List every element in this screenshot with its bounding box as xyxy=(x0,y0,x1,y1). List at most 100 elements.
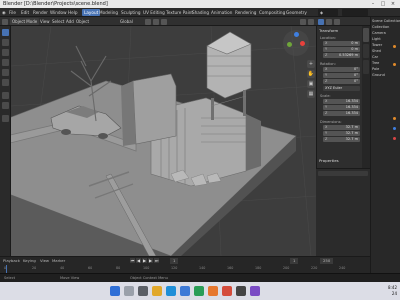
system-clock[interactable]: 8:42 24 xyxy=(388,285,397,296)
end-frame-field[interactable]: 250 xyxy=(320,258,334,264)
outliner-row[interactable]: Shed xyxy=(372,49,400,53)
dimensions-x-field[interactable]: X 32.7 m xyxy=(323,125,360,130)
rendered-shading-icon[interactable] xyxy=(334,18,340,25)
outliner-row[interactable]: Car xyxy=(372,55,400,59)
jump-end-icon[interactable]: ⏭ xyxy=(154,258,159,263)
minimize-icon[interactable]: – xyxy=(370,1,376,7)
header-menu-select[interactable]: Select xyxy=(52,17,64,26)
menu-render[interactable]: Render xyxy=(33,8,48,17)
header-menu-object[interactable]: Object xyxy=(76,17,89,26)
timeline-menu-keying[interactable]: Keying xyxy=(23,258,36,264)
play-icon[interactable]: ▶ xyxy=(142,258,147,263)
task-view-icon[interactable] xyxy=(138,286,148,296)
overlay-icon[interactable] xyxy=(300,18,306,25)
outliner-row[interactable]: Scene Collection xyxy=(372,19,400,23)
start-icon[interactable] xyxy=(110,286,120,296)
scale-y-field[interactable]: Y 16.334 xyxy=(323,105,360,110)
store-icon[interactable] xyxy=(180,286,190,296)
annotate-tool-icon[interactable] xyxy=(2,92,9,99)
navigation-gizmo[interactable] xyxy=(283,30,309,56)
camera-view-icon[interactable]: ▣ xyxy=(307,80,315,88)
scale-z-field[interactable]: Z 16.334 xyxy=(323,111,360,116)
rotation-mode-dropdown[interactable]: XYZ Euler xyxy=(323,86,360,91)
search-icon[interactable] xyxy=(124,286,134,296)
timeline-menu-marker[interactable]: Marker xyxy=(52,258,65,264)
view-layer-selector[interactable] xyxy=(342,9,368,16)
proportional-edit-icon[interactable] xyxy=(161,18,167,25)
tab-rendering[interactable]: Rendering xyxy=(235,8,256,17)
blender-taskbar-icon[interactable] xyxy=(208,286,218,296)
outliner-row[interactable]: Collection xyxy=(372,25,400,29)
snap-icon[interactable] xyxy=(153,18,159,25)
x-axis-icon[interactable] xyxy=(300,41,305,46)
pan-icon[interactable]: ✋ xyxy=(307,70,315,78)
prev-key-icon[interactable]: ◀ xyxy=(136,258,141,263)
app-icon[interactable] xyxy=(250,286,260,296)
header-menu-view[interactable]: View xyxy=(40,17,50,26)
blender-logo-icon[interactable]: ◉ xyxy=(2,8,6,17)
tab-item[interactable] xyxy=(363,28,369,42)
menu-file[interactable]: File xyxy=(9,8,16,17)
rotation-z-field[interactable]: Z 0° xyxy=(323,79,360,84)
orientation-dropdown[interactable]: Global xyxy=(120,17,133,26)
mode-dropdown[interactable]: Object Mode xyxy=(10,18,40,25)
menu-help[interactable]: Help xyxy=(68,8,78,17)
rotation-y-field[interactable]: Y 0° xyxy=(323,73,360,78)
cursor-tool-icon[interactable] xyxy=(2,39,9,46)
zoom-icon[interactable]: + xyxy=(307,60,315,68)
physics-icon[interactable] xyxy=(393,137,396,140)
tab-layout[interactable]: Layout xyxy=(82,9,101,16)
scale-x-field[interactable]: X 16.334 xyxy=(323,99,360,104)
tab-shading[interactable]: Shading xyxy=(192,8,209,17)
select-box-tool-icon[interactable] xyxy=(2,29,9,36)
add-cube-tool-icon[interactable] xyxy=(2,115,9,122)
scene-selector[interactable]: ◈ Scene xyxy=(318,9,338,22)
current-frame-field[interactable]: 1 xyxy=(170,258,179,264)
properties-section-header[interactable]: Properties xyxy=(319,158,339,163)
xray-icon[interactable] xyxy=(308,18,314,25)
pivot-icon[interactable] xyxy=(145,18,151,25)
tab-uv-editing[interactable]: UV Editing xyxy=(143,8,165,17)
z-axis-icon[interactable] xyxy=(294,32,299,37)
dimensions-y-field[interactable]: Y 32.7 m xyxy=(323,131,360,136)
menu-window[interactable]: Window xyxy=(50,8,67,17)
tab-modeling[interactable]: Modeling xyxy=(99,8,118,17)
app-icon[interactable] xyxy=(194,286,204,296)
close-icon[interactable]: × xyxy=(390,1,396,7)
tab-view[interactable] xyxy=(363,60,369,74)
tab-geometry[interactable]: Geometry xyxy=(286,8,307,17)
jump-start-icon[interactable]: ⏮ xyxy=(130,258,135,263)
file-explorer-icon[interactable] xyxy=(152,286,162,296)
measure-tool-icon[interactable] xyxy=(2,102,9,109)
3d-viewport[interactable]: + ✋ ▣ ▦ xyxy=(11,26,316,256)
move-tool-icon[interactable] xyxy=(2,49,9,56)
location-z-field[interactable]: Z 0.53269 m xyxy=(323,53,360,58)
header-menu-add[interactable]: Add xyxy=(66,17,74,26)
outliner-row[interactable]: Pole xyxy=(372,67,400,71)
start-frame-field[interactable]: 1 xyxy=(290,258,299,264)
next-key-icon[interactable]: ▶ xyxy=(148,258,153,263)
outliner-row[interactable]: Ground xyxy=(372,73,400,77)
dimensions-z-field[interactable]: Z 32.7 m xyxy=(323,137,360,142)
properties-search[interactable] xyxy=(318,171,368,176)
solid-shading-icon[interactable] xyxy=(318,18,324,25)
rotate-tool-icon[interactable] xyxy=(2,59,9,66)
timeline-menu-view[interactable]: View xyxy=(40,258,49,264)
y-axis-icon[interactable] xyxy=(287,42,292,47)
edge-icon[interactable] xyxy=(166,286,176,296)
tab-tool[interactable] xyxy=(363,44,369,58)
perspective-toggle-icon[interactable]: ▦ xyxy=(307,90,315,98)
tab-compositing[interactable]: Compositing xyxy=(259,8,285,17)
tab-texture-paint[interactable]: Texture Paint xyxy=(166,8,193,17)
timeline-menu-playback[interactable]: Playback xyxy=(3,258,20,264)
tab-sculpting[interactable]: Sculpting xyxy=(121,8,141,17)
location-x-field[interactable]: X0 m xyxy=(323,41,360,46)
modifier-icon[interactable] xyxy=(393,117,396,120)
rotation-x-field[interactable]: X 0° xyxy=(323,67,360,72)
app-icon[interactable] xyxy=(236,286,246,296)
editor-type-icon[interactable] xyxy=(2,18,8,25)
outliner-row[interactable]: Camera xyxy=(372,31,400,35)
material-shading-icon[interactable] xyxy=(326,18,332,25)
scale-tool-icon[interactable] xyxy=(2,69,9,76)
chrome-icon[interactable] xyxy=(222,286,232,296)
